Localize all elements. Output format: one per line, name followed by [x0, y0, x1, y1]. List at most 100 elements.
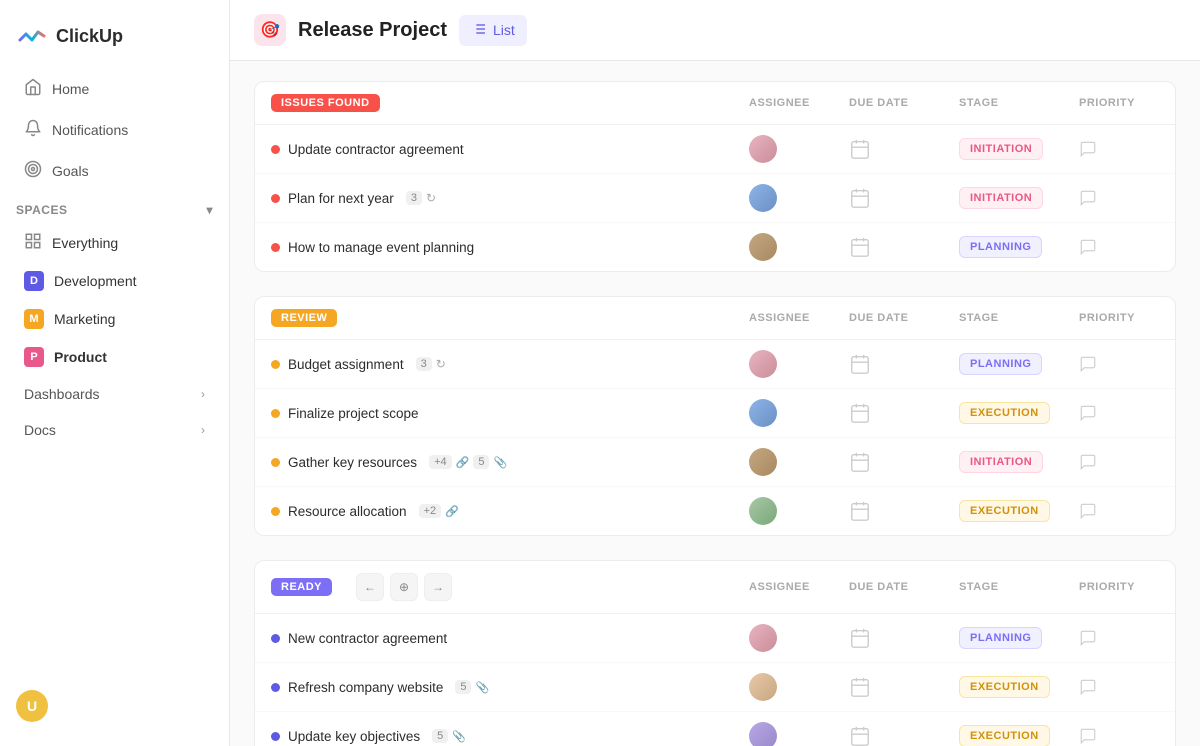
- sidebar-item-marketing[interactable]: M Marketing: [8, 301, 221, 337]
- sidebar-item-label: Home: [52, 81, 89, 97]
- col-assignee: ASSIGNEE: [749, 97, 849, 109]
- section-toolbar-btn[interactable]: ←: [356, 573, 384, 601]
- sidebar-item-label: Notifications: [52, 122, 128, 138]
- task-name: New contractor agreement: [288, 631, 447, 646]
- ready-section: READY ← ⊕ → ASSIGNEE DUE DATE STAGE PRIO…: [254, 560, 1176, 746]
- avatar: [749, 350, 777, 378]
- task-meta: 3 ↻: [416, 357, 446, 371]
- table-row[interactable]: Gather key resources +4 🔗 5 📎 INITIATION: [255, 438, 1175, 487]
- user-avatar-area: U: [0, 678, 229, 734]
- grid-icon: [24, 232, 42, 253]
- avatar: [749, 448, 777, 476]
- sidebar-item-docs[interactable]: Docs ›: [8, 413, 221, 447]
- sidebar-item-dashboards[interactable]: Dashboards ›: [8, 377, 221, 411]
- task-name: Refresh company website: [288, 680, 443, 695]
- priority-icon: [1079, 238, 1097, 256]
- sidebar-item-label: Development: [54, 273, 137, 289]
- marketing-space-icon: M: [24, 309, 44, 329]
- section-header-review: REVIEW ASSIGNEE DUE DATE STAGE PRIORITY: [255, 297, 1175, 340]
- priority-icon: [1079, 189, 1097, 207]
- spaces-section-header: Spaces ▾: [0, 191, 229, 223]
- stage-badge: EXECUTION: [959, 500, 1050, 522]
- section-toolbar-btn[interactable]: ⊕: [390, 573, 418, 601]
- sidebar-item-label: Goals: [52, 163, 89, 179]
- avatar: [749, 722, 777, 746]
- review-section: REVIEW ASSIGNEE DUE DATE STAGE PRIORITY …: [254, 296, 1176, 536]
- avatar: [749, 233, 777, 261]
- col-stage: STAGE: [959, 581, 1079, 593]
- task-name: How to manage event planning: [288, 240, 474, 255]
- table-row[interactable]: How to manage event planning PLANNING: [255, 223, 1175, 271]
- sidebar-item-home[interactable]: Home: [8, 69, 221, 108]
- col-stage: STAGE: [959, 97, 1079, 109]
- clickup-logo-icon: [16, 20, 48, 52]
- priority-icon: [1079, 678, 1097, 696]
- logo[interactable]: ClickUp: [0, 12, 229, 68]
- col-due-date: DUE DATE: [849, 97, 959, 109]
- task-status-dot: [271, 683, 280, 692]
- task-status-dot: [271, 507, 280, 516]
- avatar[interactable]: U: [16, 690, 48, 722]
- stage-badge: EXECUTION: [959, 676, 1050, 698]
- sidebar-item-development[interactable]: D Development: [8, 263, 221, 299]
- task-status-dot: [271, 360, 280, 369]
- home-icon: [24, 78, 42, 99]
- sidebar-item-product[interactable]: P Product: [8, 339, 221, 375]
- col-assignee: ASSIGNEE: [749, 312, 849, 324]
- table-row[interactable]: Budget assignment 3 ↻ PLANNING: [255, 340, 1175, 389]
- calendar-icon: [849, 451, 871, 473]
- priority-icon: [1079, 140, 1097, 158]
- task-status-dot: [271, 194, 280, 203]
- chevron-right-icon: ›: [201, 423, 205, 437]
- calendar-icon: [849, 353, 871, 375]
- stage-badge: EXECUTION: [959, 402, 1050, 424]
- task-status-dot: [271, 458, 280, 467]
- product-space-icon: P: [24, 347, 44, 367]
- task-status-dot: [271, 634, 280, 643]
- sidebar-item-everything[interactable]: Everything: [8, 224, 221, 261]
- table-row[interactable]: New contractor agreement PLANNING: [255, 614, 1175, 663]
- table-row[interactable]: Resource allocation +2 🔗 EXECUTION: [255, 487, 1175, 535]
- task-name: Budget assignment: [288, 357, 404, 372]
- avatar: [749, 399, 777, 427]
- sidebar-item-notifications[interactable]: Notifications: [8, 110, 221, 149]
- task-name: Plan for next year: [288, 191, 394, 206]
- stage-badge: PLANNING: [959, 236, 1042, 258]
- task-status-dot: [271, 732, 280, 741]
- task-name: Update contractor agreement: [288, 142, 464, 157]
- sidebar: ClickUp Home Notifications Goals Spaces …: [0, 0, 230, 746]
- table-row[interactable]: Update key objectives 5 📎 EXECUTION: [255, 712, 1175, 746]
- chevron-down-icon[interactable]: ▾: [206, 203, 213, 217]
- table-row[interactable]: Update contractor agreement INITIATION: [255, 125, 1175, 174]
- sidebar-item-goals[interactable]: Goals: [8, 151, 221, 190]
- issues-badge: ISSUES FOUND: [271, 94, 380, 112]
- issues-found-section: ISSUES FOUND ASSIGNEE DUE DATE STAGE PRI…: [254, 81, 1176, 272]
- table-row[interactable]: Plan for next year 3 ↻ INITIATION: [255, 174, 1175, 223]
- main-content: 🎯 Release Project List ISSUES FOUND ASSI…: [230, 0, 1200, 746]
- stage-badge: INITIATION: [959, 451, 1043, 473]
- priority-icon: [1079, 453, 1097, 471]
- list-view-tab[interactable]: List: [459, 15, 527, 46]
- calendar-icon: [849, 725, 871, 746]
- avatar: [749, 135, 777, 163]
- stage-badge: INITIATION: [959, 187, 1043, 209]
- col-priority: PRIORITY: [1079, 97, 1159, 109]
- priority-icon: [1079, 727, 1097, 745]
- priority-icon: [1079, 355, 1097, 373]
- avatar: [749, 497, 777, 525]
- sidebar-item-label: Product: [54, 349, 107, 365]
- task-meta: +4 🔗 5 📎: [429, 455, 507, 469]
- section-toolbar-btn[interactable]: →: [424, 573, 452, 601]
- calendar-icon: [849, 187, 871, 209]
- col-due-date: DUE DATE: [849, 581, 959, 593]
- table-row[interactable]: Finalize project scope EXECUTION: [255, 389, 1175, 438]
- table-row[interactable]: Refresh company website 5 📎 EXECUTION: [255, 663, 1175, 712]
- task-meta: 5 📎: [455, 680, 489, 694]
- task-name: Resource allocation: [288, 504, 407, 519]
- stage-badge: EXECUTION: [959, 725, 1050, 746]
- section-header-issues: ISSUES FOUND ASSIGNEE DUE DATE STAGE PRI…: [255, 82, 1175, 125]
- priority-icon: [1079, 502, 1097, 520]
- col-priority: PRIORITY: [1079, 312, 1159, 324]
- sidebar-item-label: Everything: [52, 235, 118, 251]
- calendar-icon: [849, 138, 871, 160]
